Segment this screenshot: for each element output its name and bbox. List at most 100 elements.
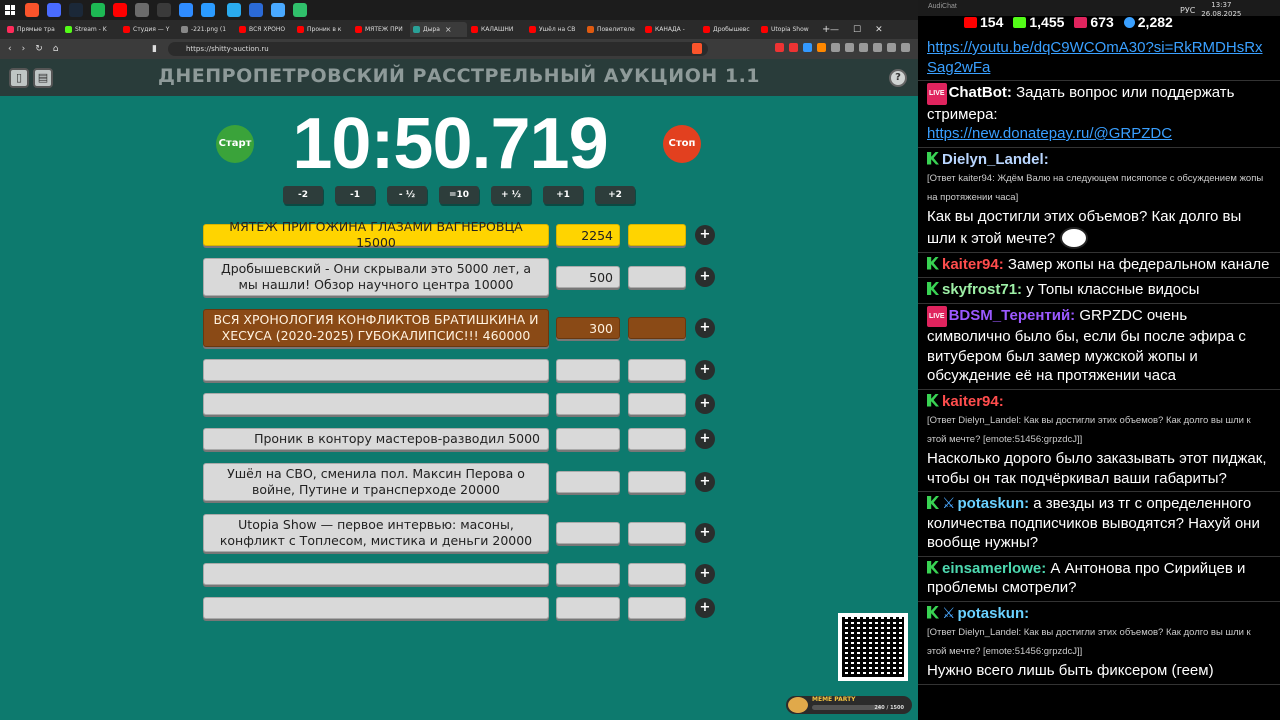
language-indicator[interactable]: РУС <box>1180 6 1195 15</box>
menu-icon[interactable] <box>901 43 910 52</box>
clock[interactable]: 13:37 26.08.2025 <box>1201 1 1241 19</box>
time-adjust-button[interactable]: +2 <box>595 186 635 204</box>
lot-extra-field[interactable] <box>628 224 686 246</box>
windows-start-icon[interactable] <box>5 5 15 15</box>
lot-extra-field[interactable] <box>628 317 686 339</box>
brave-icon[interactable] <box>25 3 39 17</box>
lot-title-field[interactable] <box>203 393 549 415</box>
youtube-icon[interactable] <box>113 3 127 17</box>
app-icon[interactable] <box>271 3 285 17</box>
extension-icon[interactable] <box>845 43 854 52</box>
chat-username[interactable]: skyfrost71: <box>942 281 1022 298</box>
lot-amount-field[interactable] <box>556 522 620 544</box>
lot-amount-field[interactable]: 500 <box>556 266 620 288</box>
lot-amount-field[interactable] <box>556 471 620 493</box>
chat-username[interactable]: potaskun: <box>957 495 1029 512</box>
extension-icon[interactable] <box>803 43 812 52</box>
reload-icon[interactable]: ↻ <box>35 44 43 54</box>
app-icon[interactable] <box>135 3 149 17</box>
stop-button[interactable]: Стоп <box>663 125 701 163</box>
lot-amount-field[interactable]: 2254 <box>556 224 620 246</box>
browser-tab[interactable]: Дыра × <box>410 22 467 37</box>
chat-link[interactable]: https://youtu.be/dqC9WCOmA30?si=RkRMDHsR… <box>927 39 1263 76</box>
home-icon[interactable]: ⌂ <box>53 44 59 54</box>
add-amount-button[interactable]: + <box>695 523 715 543</box>
telegram-icon[interactable] <box>227 3 241 17</box>
lot-title-field[interactable]: ВСЯ ХРОНОЛОГИЯ КОНФЛИКТОВ БРАТИШКИНА И Х… <box>203 309 549 347</box>
lot-amount-field[interactable]: 300 <box>556 317 620 339</box>
steam-icon[interactable] <box>69 3 83 17</box>
lot-amount-field[interactable] <box>556 563 620 585</box>
lot-amount-field[interactable] <box>556 393 620 415</box>
lot-title-field[interactable]: МЯТЕЖ ПРИГОЖИНА ГЛАЗАМИ ВАГНЕРОВЦА 15000 <box>203 219 549 250</box>
extension-icon[interactable] <box>789 43 798 52</box>
app-icon[interactable] <box>293 3 307 17</box>
spotify-icon[interactable] <box>91 3 105 17</box>
add-amount-button[interactable]: + <box>695 564 715 584</box>
lot-title-field[interactable]: Ушёл на СВО, сменила пол. Максин Перова … <box>203 463 549 501</box>
lot-extra-field[interactable] <box>628 266 686 288</box>
close-window-icon[interactable]: ✕ <box>875 25 883 35</box>
maximize-icon[interactable]: ☐ <box>853 25 861 35</box>
chat-username[interactable]: kaiter94: <box>942 256 1004 273</box>
browser-tab[interactable]: Ушёл на СВ <box>526 22 583 37</box>
add-amount-button[interactable]: + <box>695 429 715 449</box>
chat-link[interactable]: https://new.donatepay.ru/@GRPZDC <box>927 125 1172 142</box>
time-adjust-button[interactable]: + ½ <box>491 186 531 204</box>
add-amount-button[interactable]: + <box>695 598 715 618</box>
time-adjust-button[interactable]: -2 <box>283 186 323 204</box>
chat-username[interactable]: Dielyn_Landel: <box>942 151 1049 168</box>
add-amount-button[interactable]: + <box>695 394 715 414</box>
browser-tab[interactable]: ВСЯ ХРОНО <box>236 22 293 37</box>
time-adjust-button[interactable]: +1 <box>543 186 583 204</box>
chat-username[interactable]: einsamerlowe: <box>942 560 1046 577</box>
lot-extra-field[interactable] <box>628 359 686 381</box>
lot-extra-field[interactable] <box>628 522 686 544</box>
browser-tab[interactable]: КАНАДА - <box>642 22 699 37</box>
app-icon[interactable] <box>47 3 61 17</box>
browser-tab[interactable]: Проник в к <box>294 22 351 37</box>
time-adjust-button[interactable]: =10 <box>439 186 479 204</box>
browser-tab[interactable]: Utopia Show <box>758 22 815 37</box>
brave-shields-icon[interactable] <box>692 43 702 54</box>
lot-extra-field[interactable] <box>628 471 686 493</box>
time-adjust-button[interactable]: -1 <box>335 186 375 204</box>
lot-title-field[interactable] <box>203 597 549 619</box>
app-icon[interactable] <box>157 3 171 17</box>
lot-amount-field[interactable] <box>556 359 620 381</box>
extension-icon[interactable] <box>831 43 840 52</box>
app-icon[interactable] <box>201 3 215 17</box>
add-amount-button[interactable]: + <box>695 472 715 492</box>
lot-title-field[interactable] <box>203 359 549 381</box>
lot-extra-field[interactable] <box>628 563 686 585</box>
lot-extra-field[interactable] <box>628 393 686 415</box>
lot-extra-field[interactable] <box>628 597 686 619</box>
chat-username[interactable]: potaskun: <box>957 605 1029 622</box>
extension-icon[interactable] <box>775 43 784 52</box>
browser-tab[interactable]: Дробышевс <box>700 22 757 37</box>
browser-tab[interactable]: Stream - K <box>62 22 119 37</box>
chat-username[interactable]: ChatBot: <box>949 84 1012 101</box>
chat-username[interactable]: kaiter94: <box>942 393 1004 410</box>
extension-icon[interactable] <box>887 43 896 52</box>
extension-icon[interactable] <box>873 43 882 52</box>
browser-tab[interactable]: КАЛАШНИ <box>468 22 525 37</box>
add-amount-button[interactable]: + <box>695 267 715 287</box>
lot-extra-field[interactable] <box>628 428 686 450</box>
bookmark-icon[interactable]: ▮ <box>152 44 157 54</box>
time-adjust-button[interactable]: - ½ <box>387 186 427 204</box>
minimize-icon[interactable]: — <box>830 25 839 35</box>
close-tab-icon[interactable]: × <box>445 25 452 34</box>
extension-icon[interactable] <box>817 43 826 52</box>
browser-tab[interactable]: -221.png (1 <box>178 22 235 37</box>
forward-icon[interactable]: › <box>22 44 26 54</box>
lot-amount-field[interactable] <box>556 597 620 619</box>
browser-tab[interactable]: Прямые тра <box>4 22 61 37</box>
url-input[interactable]: https://shitty-auction.ru <box>168 42 708 56</box>
lot-amount-field[interactable] <box>556 428 620 450</box>
extension-icon[interactable] <box>859 43 868 52</box>
add-amount-button[interactable]: + <box>695 318 715 338</box>
app-icon[interactable] <box>249 3 263 17</box>
chat-username[interactable]: BDSM_Терентий: <box>949 307 1076 324</box>
help-icon[interactable]: ? <box>889 69 907 87</box>
